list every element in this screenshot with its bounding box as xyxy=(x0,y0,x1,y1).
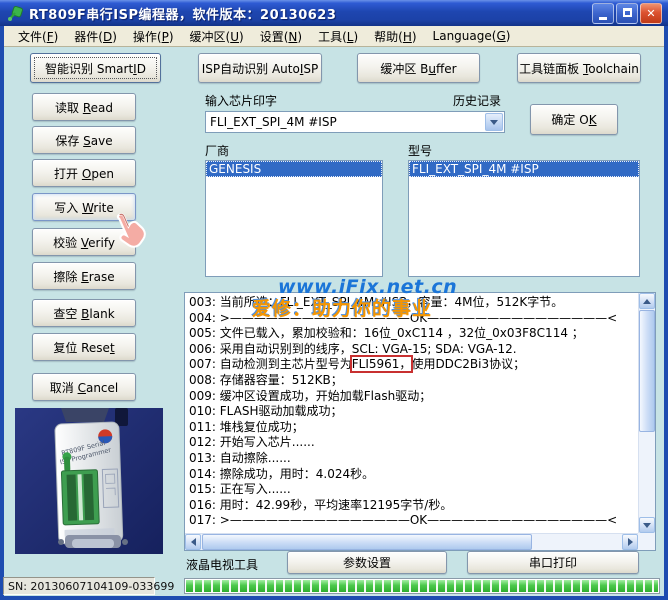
maximize-button[interactable] xyxy=(616,2,638,24)
log-line: 011: 堆栈复位成功； xyxy=(189,419,304,434)
log-line: 008: 存储器容量：512KB； xyxy=(189,372,343,387)
param-settings-button[interactable]: 参数设置 xyxy=(287,551,447,574)
verify-button[interactable]: 校验 Verify xyxy=(32,228,136,256)
serial-print-button[interactable]: 串口打印 xyxy=(467,551,639,574)
chip-combo-value: FLI_EXT_SPI_4M #ISP xyxy=(210,115,337,129)
save-button[interactable]: 保存 Save xyxy=(32,126,136,154)
log-horizontal-scrollbar[interactable] xyxy=(185,533,638,550)
combo-dropdown-button[interactable] xyxy=(485,113,503,131)
minimize-icon xyxy=(599,16,607,20)
focus-rect xyxy=(34,57,157,79)
log-vertical-scrollbar[interactable] xyxy=(638,293,655,533)
log-textarea[interactable]: 003: 当前所选：FLI_EXT_SPI_4M #ISP，容量：4M位，512… xyxy=(184,292,656,551)
log-line-007: 007: 自动检测到主芯片型号为FLI5961，使用DDC2Bi3协议； xyxy=(189,355,526,374)
reset-button[interactable]: 复位 Reset xyxy=(32,333,136,361)
app-icon xyxy=(8,5,23,21)
menubar: 文件(F) 器件(D) 操作(P) 缓冲区(U) 设置(N) 工具(L) 帮助(… xyxy=(4,26,664,47)
log-line: 009: 缓冲区设置成功，开始加载Flash驱动； xyxy=(189,388,432,403)
blank-button[interactable]: 查空 Blank xyxy=(32,299,136,327)
cancel-button[interactable]: 取消 Cancel xyxy=(32,373,136,401)
minimize-button[interactable] xyxy=(592,2,614,24)
scrollbar-corner xyxy=(638,533,655,550)
horizontal-scroll-thumb[interactable] xyxy=(202,534,532,550)
log-line: 012: 开始写入芯片...... xyxy=(189,435,315,450)
manufacturer-item[interactable]: GENESIS xyxy=(206,161,382,177)
maximize-icon xyxy=(622,7,632,17)
ok-button[interactable]: 确定 OK xyxy=(530,104,618,135)
arrow-right-icon xyxy=(627,538,637,546)
history-label: 历史记录 xyxy=(453,94,502,108)
menu-help[interactable]: 帮助(H) xyxy=(366,26,424,47)
menu-device[interactable]: 器件(D) xyxy=(66,26,125,47)
manufacturer-label: 厂商 xyxy=(205,144,230,158)
log-content: 003: 当前所选：FLI_EXT_SPI_4M #ISP，容量：4M位，512… xyxy=(189,295,637,532)
device-photo: RT809F Serial ISP Programmer xyxy=(15,408,163,554)
model-listbox[interactable]: FLI_EXT_SPI_4M #ISP xyxy=(408,160,640,277)
scroll-right-button[interactable] xyxy=(622,534,638,550)
serial-number-status: SN: 20130607104109-033699 xyxy=(3,577,174,595)
scroll-down-button[interactable] xyxy=(639,517,655,533)
model-label: 型号 xyxy=(408,144,433,158)
scroll-left-button[interactable] xyxy=(185,534,201,550)
chip-combo[interactable]: FLI_EXT_SPI_4M #ISP xyxy=(205,111,505,133)
lcd-tv-tools-label: 液晶电视工具 xyxy=(186,558,259,572)
log-line: 005: 文件已载入，累加校验和：16位_0xC114 ，32位_0x03F8C… xyxy=(189,326,584,341)
log-line: 010: FLASH驱动加载成功； xyxy=(189,404,343,419)
log-line: 016: 用时：42.99秒，平均速率12195字节/秒。 xyxy=(189,497,453,512)
arrow-up-icon xyxy=(643,295,651,304)
vga-connector-top xyxy=(61,408,109,422)
log-line: 013: 自动擦除...... xyxy=(189,450,291,465)
menu-operation[interactable]: 操作(P) xyxy=(125,26,182,47)
vertical-scroll-thumb[interactable] xyxy=(639,310,655,432)
log-line: 014: 擦除成功，用时：4.024秒。 xyxy=(189,466,375,481)
manufacturer-listbox[interactable]: GENESIS xyxy=(205,160,383,277)
arrow-down-icon xyxy=(643,522,651,532)
window-title: RT809F串行ISP编程器，软件版本：20130623 xyxy=(29,7,337,23)
menu-file[interactable]: 文件(F) xyxy=(10,26,66,47)
toolchain-button[interactable]: 工具链面板 Toolchain xyxy=(517,53,641,83)
menu-buffer[interactable]: 缓冲区(U) xyxy=(182,26,252,47)
arrow-left-icon xyxy=(187,538,196,546)
write-button[interactable]: 写入 Write xyxy=(32,193,136,221)
menu-tools[interactable]: 工具(L) xyxy=(310,26,366,47)
log-line: 006: 采用自动识别到的线序，SCL: VGA-15; SDA: VGA-12… xyxy=(189,341,517,356)
buffer-button[interactable]: 缓冲区 Buffer xyxy=(357,53,480,83)
chip-print-label: 输入芯片印字 xyxy=(205,94,278,108)
close-button[interactable]: ✕ xyxy=(640,2,662,24)
autoisp-button[interactable]: ISP自动识别 AutoISP xyxy=(198,53,322,83)
model-item[interactable]: FLI_EXT_SPI_4M #ISP xyxy=(409,161,639,177)
scroll-up-button[interactable] xyxy=(639,293,655,309)
progress-bar xyxy=(184,578,660,594)
read-button[interactable]: 读取 Read xyxy=(32,93,136,121)
window-titlebar: RT809F串行ISP编程器，软件版本：20130623 ✕ xyxy=(0,0,668,26)
chevron-down-icon xyxy=(490,119,498,129)
detected-chip-highlight: FLI5961， xyxy=(349,355,414,374)
app-window: RT809F串行ISP编程器，软件版本：20130623 ✕ 文件(F) 器件(… xyxy=(0,0,668,600)
menu-settings[interactable]: 设置(N) xyxy=(252,26,310,47)
menu-language[interactable]: Language(G) xyxy=(425,27,519,45)
watermark-slogan: 爱修：助力你的事业 xyxy=(252,298,433,320)
open-button[interactable]: 打开 Open xyxy=(32,159,136,187)
erase-button[interactable]: 擦除 Erase xyxy=(32,262,136,290)
log-line: 015: 正在写入...... xyxy=(189,482,291,497)
progress-fill xyxy=(186,580,658,592)
smartid-button[interactable]: 智能识别 SmartID xyxy=(30,53,161,83)
log-line: 017: >———————————————OK———————————————< xyxy=(189,513,618,528)
